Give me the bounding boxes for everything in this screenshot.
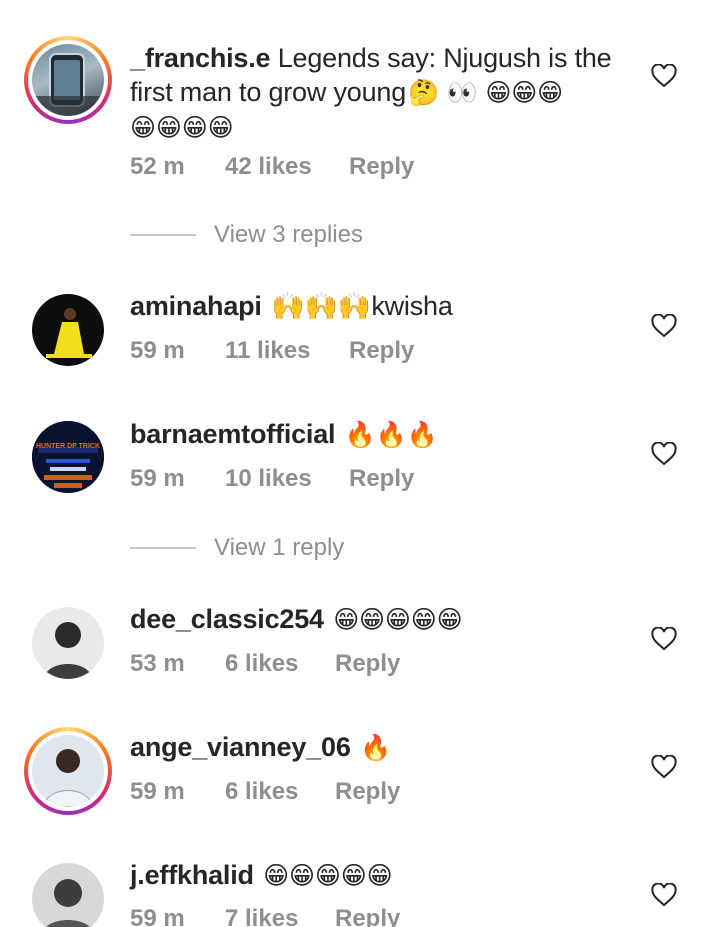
- divider: [130, 547, 196, 549]
- view-replies-button[interactable]: View 3 replies: [130, 221, 363, 249]
- comment-meta: 59 m 10 likes Reply: [130, 465, 414, 493]
- comment-likes[interactable]: 6 likes: [225, 778, 335, 806]
- comment-time: 53 m: [130, 650, 185, 677]
- reply-button[interactable]: Reply: [349, 337, 414, 365]
- avatar: [32, 607, 104, 679]
- comment-text: Legends say: Njugush is the: [277, 43, 612, 73]
- avatar-wrapper[interactable]: [24, 286, 112, 374]
- avatar-story-ring[interactable]: [24, 727, 112, 815]
- comment-username[interactable]: dee_classic254: [130, 604, 324, 634]
- comment-likes[interactable]: 42 likes: [225, 153, 349, 181]
- comment-text: 🔥: [359, 733, 391, 762]
- comment-text: 😁😁😁😁😁: [263, 861, 393, 890]
- comment-meta: 59 m 7 likes Reply: [130, 905, 400, 927]
- comments-feed: _franchis.e Legends say: Njugush is the …: [0, 0, 720, 927]
- heart-icon[interactable]: [651, 442, 677, 466]
- comment-username[interactable]: j.effkhalid: [130, 860, 254, 890]
- heart-icon[interactable]: [651, 64, 677, 88]
- avatar-story-ring[interactable]: [24, 36, 112, 124]
- avatar: [32, 863, 104, 927]
- reply-button[interactable]: Reply: [349, 153, 414, 181]
- heart-icon[interactable]: [651, 314, 677, 338]
- comment-time: 59 m: [130, 905, 185, 927]
- heart-icon[interactable]: [651, 755, 677, 779]
- comment-meta: 53 m 6 likes Reply: [130, 650, 400, 678]
- avatar-wrapper[interactable]: [24, 599, 112, 687]
- comment-time: 59 m: [130, 337, 185, 364]
- comment-time: 59 m: [130, 778, 185, 805]
- comment-text: first man to grow young: [130, 77, 407, 107]
- divider: [130, 234, 196, 236]
- comment-time: 52 m: [130, 153, 185, 180]
- comment-text: 🙌🙌🙌kwisha: [271, 291, 453, 321]
- comment-likes[interactable]: 6 likes: [225, 650, 335, 678]
- view-replies-label: View 1 reply: [214, 534, 345, 561]
- heart-icon[interactable]: [651, 883, 677, 907]
- comment-meta: 52 m 42 likes Reply: [130, 153, 414, 181]
- comment-username[interactable]: barnaemtofficial: [130, 419, 336, 449]
- avatar: HUNTER DP TRICK: [32, 421, 104, 493]
- comment-username[interactable]: ange_vianney_06: [130, 732, 351, 762]
- avatar-logo-text: HUNTER DP TRICK: [35, 443, 101, 450]
- person-icon: [46, 879, 90, 927]
- view-replies-label: View 3 replies: [214, 221, 363, 248]
- comment-likes[interactable]: 10 likes: [225, 465, 349, 493]
- comment-meta: 59 m 11 likes Reply: [130, 337, 414, 365]
- reply-button[interactable]: Reply: [349, 465, 414, 493]
- avatar-wrapper[interactable]: [24, 855, 112, 927]
- person-icon: [43, 749, 93, 807]
- avatar-wrapper[interactable]: HUNTER DP TRICK: [24, 413, 112, 501]
- reply-button[interactable]: Reply: [335, 778, 400, 806]
- avatar: [32, 44, 104, 116]
- view-replies-button[interactable]: View 1 reply: [130, 534, 344, 562]
- avatar: [32, 735, 104, 807]
- comment-emoji: 🤔 👀 😁😁😁: [408, 78, 563, 107]
- comment-emoji: 😁😁😁😁: [130, 113, 234, 142]
- heart-icon[interactable]: [651, 627, 677, 651]
- comment-username[interactable]: aminahapi: [130, 291, 262, 321]
- hunter-dp-trick-logo-icon: [32, 421, 104, 493]
- yellow-dress-icon: [46, 308, 92, 358]
- comment-meta: 59 m 6 likes Reply: [130, 778, 400, 806]
- comment-text: 😁😁😁😁😁: [333, 605, 463, 634]
- phone-photo-icon: [32, 53, 104, 116]
- reply-button[interactable]: Reply: [335, 905, 400, 927]
- comment-time: 59 m: [130, 465, 185, 492]
- comment-likes[interactable]: 11 likes: [225, 337, 349, 365]
- person-icon: [44, 622, 92, 679]
- comment-text: 🔥🔥🔥: [344, 420, 438, 449]
- comment-likes[interactable]: 7 likes: [225, 905, 335, 927]
- reply-button[interactable]: Reply: [335, 650, 400, 678]
- avatar: [32, 294, 104, 366]
- comment-username[interactable]: _franchis.e: [130, 43, 271, 73]
